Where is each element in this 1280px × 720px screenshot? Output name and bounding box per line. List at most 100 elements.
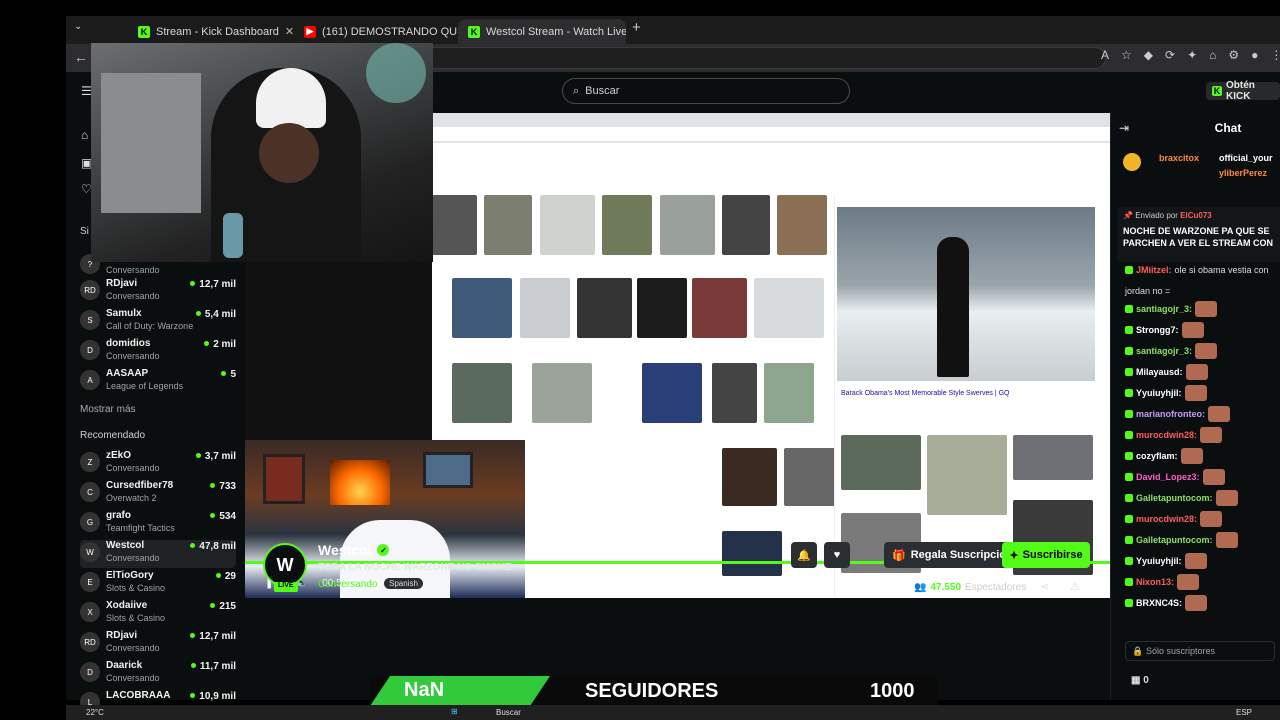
puzzle-icon[interactable]: ✦: [1187, 48, 1197, 62]
sub-badge-icon: [1125, 494, 1133, 502]
sidebar-channel-selected[interactable]: W Westcol Conversando 47,8 mil: [80, 540, 236, 568]
image-result: [764, 363, 814, 423]
chat-message: santiagojr_3:: [1125, 301, 1218, 317]
chat-username[interactable]: Nixon13:: [1136, 577, 1174, 587]
top-user[interactable]: yliberPerez: [1219, 168, 1267, 178]
banner-label: SEGUIDORES: [585, 680, 719, 702]
star-icon[interactable]: ☆: [1121, 48, 1132, 62]
tab-list-icon[interactable]: ⌄: [74, 21, 82, 32]
top-gifters: braxcitox official_your yliberPerez: [1123, 153, 1280, 191]
chat-username[interactable]: Milayausd:: [1136, 367, 1183, 377]
channel-category: Conversando: [106, 643, 160, 653]
channel-category: Call of Duty: Warzone: [106, 321, 194, 331]
show-more-link[interactable]: Mostrar más: [80, 404, 136, 415]
chat-username[interactable]: santiagojr_3:: [1136, 304, 1192, 314]
chat-username[interactable]: santiagojr_3:: [1136, 346, 1192, 356]
subscribe-button[interactable]: ✦ Suscribirse: [1002, 542, 1090, 568]
chat-username[interactable]: cozyflam:: [1136, 451, 1178, 461]
channel-category: Overwatch 2: [106, 493, 157, 503]
emote-icon: [1195, 343, 1218, 359]
windows-start-icon[interactable]: ⊞: [451, 707, 458, 716]
get-kick-button[interactable]: K Obtén KICK: [1206, 80, 1280, 102]
pinned-by-label: Enviado por: [1135, 211, 1178, 220]
chat-username[interactable]: Yyuiuyhjil:: [1136, 388, 1182, 398]
sidebar-channel[interactable]: Z zEkO Conversando 3,7 mil: [80, 450, 236, 478]
extension-icon[interactable]: ◆: [1144, 48, 1153, 62]
chat-username[interactable]: Strongg7:: [1136, 325, 1179, 335]
avatar: RD: [80, 632, 100, 652]
translate-icon[interactable]: A: [1101, 48, 1109, 62]
sidebar-channel[interactable]: A AASAAP League of Legends 5: [80, 368, 236, 396]
sidebar-channel[interactable]: RD RDjavi Conversando 12,7 mil: [80, 278, 236, 306]
sidebar-channel[interactable]: RD RDjavi Conversando 12,7 mil: [80, 630, 236, 658]
tab-kick-dashboard[interactable]: K Stream - Kick Dashboard ✕: [128, 19, 293, 44]
sidebar-channel[interactable]: L LACOBRAAA 10,9 mil: [80, 690, 236, 712]
chat-input[interactable]: 🔒 Sólo suscriptores: [1125, 641, 1275, 661]
share-icon[interactable]: ⋖: [1040, 580, 1049, 593]
avatar: X: [80, 602, 100, 622]
kick-icon: K: [138, 25, 150, 38]
chat-message: Galletapuntocom:: [1125, 490, 1238, 506]
viewers-label: Espectadores: [965, 582, 1027, 593]
chat-username[interactable]: marianofronteo:: [1136, 409, 1205, 419]
menu-icon[interactable]: ⋮: [1270, 48, 1280, 62]
sub-badge-icon: [1125, 389, 1133, 397]
tab-youtube[interactable]: ▶ (161) DEMOSTRANDO QUIENES S ✕: [294, 19, 457, 44]
sidebar-channel[interactable]: D domidios Conversando 2 mil: [80, 338, 236, 366]
top-user[interactable]: braxcitox: [1159, 153, 1199, 163]
sidebar-channel[interactable]: E ElTioGory Slots & Casino 29: [80, 570, 236, 598]
chat-username[interactable]: Galletapuntocom:: [1136, 535, 1213, 545]
taskbar-search[interactable]: Buscar: [496, 708, 521, 717]
lamp: [223, 213, 243, 258]
chat-username[interactable]: JMiitzel:: [1136, 265, 1172, 275]
profile-avatar[interactable]: ●: [1251, 48, 1258, 62]
bookmark-icon[interactable]: ⌂: [1209, 48, 1216, 62]
sidebar-channel[interactable]: G grafo Teamfight Tactics 534: [80, 510, 236, 538]
viewer-count: 12,7 mil: [190, 631, 236, 642]
chat-message: Strongg7:: [1125, 322, 1204, 338]
channel-category: League of Legends: [106, 381, 184, 391]
channel-category: Teamfight Tactics: [106, 523, 175, 533]
new-tab-icon[interactable]: +: [632, 19, 641, 36]
image-result: [452, 278, 512, 338]
avatar: Z: [80, 452, 100, 472]
chat-message: santiagojr_3:: [1125, 343, 1218, 359]
chat-username[interactable]: murocdwin28:: [1136, 430, 1197, 440]
chat-username[interactable]: Galletapuntocom:: [1136, 493, 1213, 503]
chat-username[interactable]: Yyuiuyhjil:: [1136, 556, 1182, 566]
language-tag[interactable]: Spanish: [384, 578, 423, 589]
chat-username[interactable]: murocdwin28:: [1136, 514, 1197, 524]
channel-name: RDjavi: [106, 630, 138, 641]
sidebar-channel[interactable]: D Daarick Conversando 11,7 mil: [80, 660, 236, 688]
sidebar-channel[interactable]: X Xodaiive Slots & Casino 215: [80, 600, 236, 628]
settings-icon[interactable]: ⚙: [1228, 48, 1239, 62]
subscribe-label: Suscribirse: [1022, 549, 1083, 561]
notification-bell-button[interactable]: 🔔: [791, 542, 817, 568]
back-arrow-icon[interactable]: ←: [74, 49, 88, 65]
home-icon[interactable]: ⌂: [81, 128, 88, 142]
warning-icon[interactable]: ⚠: [1070, 580, 1080, 593]
follower-goal-banner: NaN SEGUIDORES 1000: [370, 676, 938, 706]
sidebar-channel[interactable]: S Samulx Call of Duty: Warzone 5,4 mil: [80, 308, 236, 336]
follow-heart-button[interactable]: ♥: [824, 542, 850, 568]
verified-icon: ✓: [377, 544, 390, 556]
channel-category: Conversando: [106, 673, 160, 683]
tab-westcol-stream[interactable]: K Westcol Stream - Watch Live ✕: [458, 19, 626, 44]
emote-icon: [1185, 595, 1208, 611]
stream-category[interactable]: Conversando: [318, 579, 377, 590]
channel-category: Conversando: [106, 291, 160, 301]
search-input[interactable]: ⌕ Buscar: [562, 78, 850, 104]
weather-widget[interactable]: 22°C: [86, 708, 104, 717]
chat-message: jordan no =: [1125, 286, 1170, 296]
streamer-avatar[interactable]: W: [263, 543, 307, 587]
chat-username[interactable]: David_Lopez3:: [1136, 472, 1200, 482]
language-indicator[interactable]: ESP: [1236, 708, 1252, 717]
streamer-name[interactable]: Westcol: [318, 542, 371, 558]
image-result: [692, 278, 747, 338]
chat-username[interactable]: BRXNC4S:: [1136, 598, 1182, 608]
sidebar-channel[interactable]: C Cursedfiber78 Overwatch 2 733: [80, 480, 236, 508]
close-icon[interactable]: ✕: [285, 25, 293, 38]
top-user[interactable]: official_your: [1219, 153, 1273, 163]
pinned-by-user[interactable]: ElCu073: [1180, 211, 1212, 220]
refresh-icon[interactable]: ⟳: [1165, 48, 1175, 62]
